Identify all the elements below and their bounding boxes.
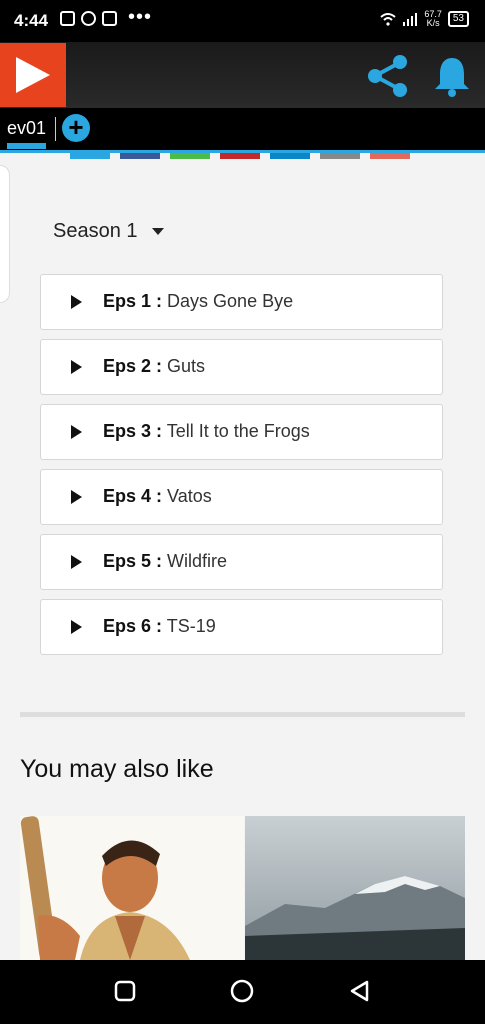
recent-apps-icon[interactable] <box>114 980 136 1002</box>
system-nav-bar <box>0 960 485 1024</box>
app-bar <box>0 42 485 108</box>
episode-label: Eps 3 : Tell It to the Frogs <box>103 421 310 442</box>
add-tab-button[interactable]: + <box>62 114 90 142</box>
bell-icon[interactable] <box>432 54 472 98</box>
episode-label: Eps 5 : Wildfire <box>103 551 227 572</box>
status-time: 4:44 <box>14 11 49 30</box>
poster-image <box>20 816 190 960</box>
episode-item[interactable]: Eps 2 : Guts <box>40 339 443 395</box>
episode-number: Eps 4 : <box>103 486 163 506</box>
episode-label: Eps 1 : Days Gone Bye <box>103 291 293 312</box>
episode-title: Guts <box>162 356 206 376</box>
episode-item[interactable]: Eps 5 : Wildfire <box>40 534 443 590</box>
episode-label: Eps 2 : Guts <box>103 356 205 377</box>
chat-icon <box>81 11 96 26</box>
episode-label: Eps 4 : Vatos <box>103 486 212 507</box>
episode-title: Vatos <box>162 486 212 506</box>
play-icon <box>71 295 82 309</box>
more-notifications-icon: ••• <box>128 6 153 28</box>
side-panel-handle[interactable] <box>0 165 10 303</box>
recommendation-thumbnail[interactable] <box>245 816 465 960</box>
play-icon <box>71 360 82 374</box>
episode-item[interactable]: Eps 4 : Vatos <box>40 469 443 525</box>
episode-title: Days Gone Bye <box>162 291 294 311</box>
play-icon <box>71 555 82 569</box>
active-tab-indicator <box>7 143 46 149</box>
poster-image <box>245 876 465 960</box>
recommendations-heading: You may also like <box>20 755 214 783</box>
play-logo-icon[interactable] <box>0 43 66 107</box>
episode-number: Eps 6 : <box>103 616 163 636</box>
share-icon[interactable] <box>363 52 411 100</box>
share-option-bar[interactable] <box>170 153 210 159</box>
episode-number: Eps 1 : <box>103 291 163 311</box>
tab-ev01[interactable]: ev01 <box>7 118 46 139</box>
episode-title: TS-19 <box>162 616 216 636</box>
episode-number: Eps 2 : <box>103 356 163 376</box>
episode-item[interactable]: Eps 1 : Days Gone Bye <box>40 274 443 330</box>
episode-item[interactable]: Eps 6 : TS-19 <box>40 599 443 655</box>
episode-item[interactable]: Eps 3 : Tell It to the Frogs <box>40 404 443 460</box>
share-option-bar[interactable] <box>320 153 360 159</box>
share-option-bar[interactable] <box>120 153 160 159</box>
episode-number: Eps 3 : <box>103 421 163 441</box>
net-speed: 67.7 K/s <box>424 10 442 28</box>
back-icon[interactable] <box>348 979 372 1003</box>
episode-title: Tell It to the Frogs <box>162 421 310 441</box>
share-option-bar[interactable] <box>220 153 260 159</box>
share-option-bar[interactable] <box>70 153 110 159</box>
caret-down-icon[interactable] <box>152 228 164 235</box>
home-icon[interactable] <box>230 979 254 1003</box>
share-option-bar[interactable] <box>270 153 310 159</box>
news-icon <box>60 11 75 26</box>
episode-label: Eps 6 : TS-19 <box>103 616 216 637</box>
signal-icon <box>403 13 418 26</box>
wifi-icon <box>380 13 396 26</box>
section-divider <box>20 712 465 717</box>
tab-bar: ev01 + <box>0 108 485 153</box>
season-selector[interactable]: Season 1 <box>53 220 138 243</box>
share-option-bar[interactable] <box>370 153 410 159</box>
net-speed-unit: K/s <box>426 18 440 28</box>
episode-title: Wildfire <box>162 551 228 571</box>
notification-icons <box>60 11 117 26</box>
gamepad-icon <box>102 11 117 26</box>
battery-icon: 53 <box>447 11 469 27</box>
status-bar: 4:44 ••• 67.7 K/s 53 <box>0 0 485 42</box>
recommendation-thumbnail[interactable] <box>20 816 244 960</box>
play-icon <box>71 425 82 439</box>
episode-number: Eps 5 : <box>103 551 163 571</box>
status-right: 67.7 K/s 53 <box>380 10 469 28</box>
play-icon <box>71 620 82 634</box>
tab-separator <box>55 117 56 141</box>
play-icon <box>71 490 82 504</box>
